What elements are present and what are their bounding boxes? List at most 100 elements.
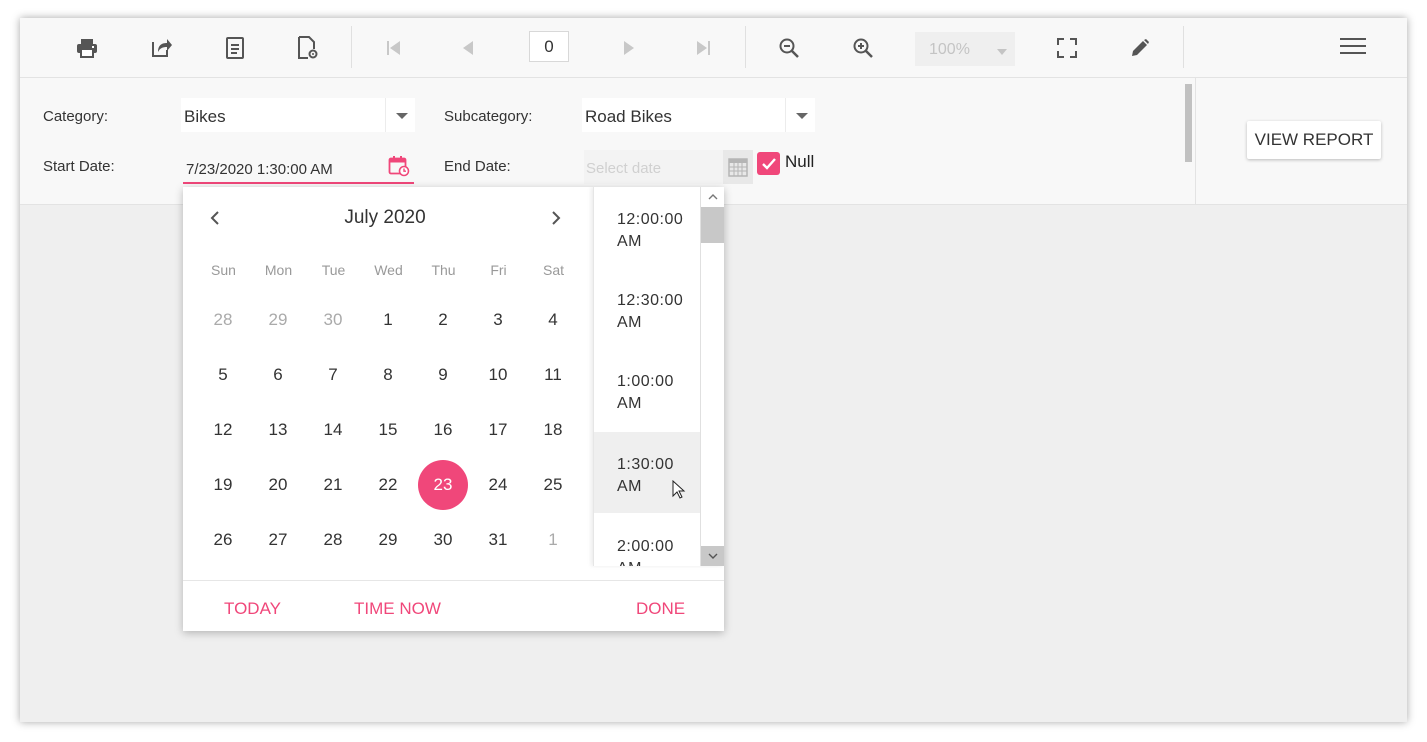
end-date-placeholder: Select date — [586, 160, 662, 177]
toolbar-separator — [1183, 26, 1184, 68]
first-page-icon[interactable] — [379, 33, 409, 63]
calendar-day[interactable]: 15 — [363, 405, 413, 455]
parameters-panel: Category: Bikes Subcategory: Road Bikes … — [20, 78, 1407, 205]
chevron-down-icon[interactable] — [385, 98, 415, 132]
calendar-day[interactable]: 31 — [473, 515, 523, 565]
time-list-scrollbar[interactable] — [700, 187, 724, 566]
calendar-day[interactable]: 12 — [198, 405, 248, 455]
calendar-day[interactable]: 18 — [528, 405, 578, 455]
subcategory-dropdown[interactable]: Road Bikes — [582, 98, 815, 132]
page-setup-icon[interactable] — [220, 33, 250, 63]
mouse-cursor-icon — [672, 479, 686, 505]
subcategory-label: Subcategory: — [444, 108, 533, 125]
edit-icon[interactable] — [1125, 33, 1155, 63]
calendar-day[interactable]: 13 — [253, 405, 303, 455]
calendar-day[interactable]: 2 — [418, 295, 468, 345]
calendar-day[interactable]: 16 — [418, 405, 468, 455]
picker-footer: TODAY TIME NOW DONE — [183, 580, 724, 631]
export-icon[interactable] — [146, 33, 176, 63]
time-option[interactable]: 2:00:00AM — [594, 514, 700, 566]
category-label: Category: — [43, 108, 109, 125]
weekday-label: Thu — [431, 262, 456, 278]
zoom-in-icon[interactable] — [848, 33, 878, 63]
time-option[interactable]: 12:00:00 AM — [594, 187, 700, 268]
last-page-icon[interactable] — [688, 33, 718, 63]
calendar-day[interactable]: 25 — [528, 460, 578, 510]
end-date-input[interactable]: Select date — [584, 150, 753, 184]
done-button[interactable]: DONE — [636, 599, 685, 619]
start-date-value: 7/23/2020 1:30:00 AM — [186, 161, 333, 178]
calendar-day[interactable]: 30 — [308, 295, 358, 345]
page-settings-icon[interactable] — [293, 33, 323, 63]
subcategory-value: Road Bikes — [585, 107, 672, 126]
zoom-out-icon[interactable] — [774, 33, 804, 63]
previous-page-icon[interactable] — [453, 33, 483, 63]
scrollbar-thumb[interactable] — [701, 207, 724, 243]
calendar-day[interactable]: 8 — [363, 350, 413, 400]
calendar-pane: July 2020 Sun Mon Tue Wed Thu Fri Sat 28… — [183, 187, 593, 580]
weekday-label: Sat — [542, 262, 564, 278]
null-checkbox[interactable] — [757, 152, 780, 175]
zoom-value: 100% — [929, 41, 970, 58]
calendar-day[interactable]: 29 — [363, 515, 413, 565]
chevron-right-icon[interactable] — [541, 203, 571, 233]
view-report-button[interactable]: VIEW REPORT — [1247, 121, 1381, 159]
calendar-day[interactable]: 30 — [418, 515, 468, 565]
start-date-input[interactable]: 7/23/2020 1:30:00 AM — [183, 152, 414, 184]
null-label: Null — [785, 152, 815, 171]
calendar-day[interactable]: 24 — [473, 460, 523, 510]
toolbar: 0 100% — [20, 18, 1407, 78]
chevron-down-icon[interactable] — [785, 98, 815, 132]
calendar-day[interactable]: 6 — [253, 350, 303, 400]
print-icon[interactable] — [72, 33, 102, 63]
month-title[interactable]: July 2020 — [183, 207, 587, 229]
category-value: Bikes — [184, 107, 226, 126]
calendar-day[interactable]: 1 — [528, 515, 578, 565]
scrollbar-thumb[interactable] — [1185, 84, 1192, 162]
check-icon — [761, 157, 776, 170]
weekday-label: Fri — [490, 262, 507, 278]
category-dropdown[interactable]: Bikes — [181, 98, 415, 132]
calendar-day[interactable]: 20 — [253, 460, 303, 510]
parameters-scrollbar[interactable] — [1183, 84, 1194, 199]
calendar-day-selected[interactable]: 23 — [418, 460, 468, 510]
calendar-day[interactable]: 4 — [528, 295, 578, 345]
calendar-day[interactable]: 10 — [473, 350, 523, 400]
calendar-day[interactable]: 19 — [198, 460, 248, 510]
fit-page-icon[interactable] — [1052, 33, 1082, 63]
next-page-icon[interactable] — [614, 33, 644, 63]
calendar-day[interactable]: 27 — [253, 515, 303, 565]
calendar-day[interactable]: 21 — [308, 460, 358, 510]
today-button[interactable]: TODAY — [224, 599, 281, 619]
weekday-label: Mon — [264, 262, 293, 278]
calendar-day[interactable]: 7 — [308, 350, 358, 400]
calendar-day[interactable]: 1 — [363, 295, 413, 345]
calendar-day[interactable]: 29 — [253, 295, 303, 345]
chevron-down-icon — [997, 49, 1007, 55]
time-option[interactable]: 1:00:00 AM — [594, 349, 700, 430]
calendar-day[interactable]: 14 — [308, 405, 358, 455]
datetime-picker-popup: July 2020 Sun Mon Tue Wed Thu Fri Sat 28… — [183, 187, 724, 631]
calendar-day[interactable]: 26 — [198, 515, 248, 565]
calendar-day[interactable]: 9 — [418, 350, 468, 400]
end-date-label: End Date: — [444, 158, 511, 175]
page-number-input[interactable]: 0 — [529, 31, 569, 62]
calendar-day[interactable]: 5 — [198, 350, 248, 400]
calendar-day[interactable]: 17 — [473, 405, 523, 455]
scroll-down-icon[interactable] — [701, 546, 724, 566]
calendar-day[interactable]: 28 — [198, 295, 248, 345]
calendar-day[interactable]: 11 — [528, 350, 578, 400]
zoom-select[interactable]: 100% — [915, 32, 1015, 66]
calendar-day[interactable]: 22 — [363, 460, 413, 510]
time-option[interactable]: 12:30:00 AM — [594, 268, 700, 349]
scroll-up-icon[interactable] — [701, 187, 724, 207]
hamburger-menu-icon[interactable] — [1338, 31, 1368, 61]
calendar-day[interactable]: 3 — [473, 295, 523, 345]
calendar-clock-icon[interactable] — [388, 155, 410, 181]
time-now-button[interactable]: TIME NOW — [354, 599, 441, 619]
calendar-icon[interactable] — [723, 150, 753, 184]
toolbar-separator — [351, 26, 352, 68]
weekday-label: Tue — [321, 262, 346, 278]
calendar-day[interactable]: 28 — [308, 515, 358, 565]
start-date-label: Start Date: — [43, 158, 115, 175]
